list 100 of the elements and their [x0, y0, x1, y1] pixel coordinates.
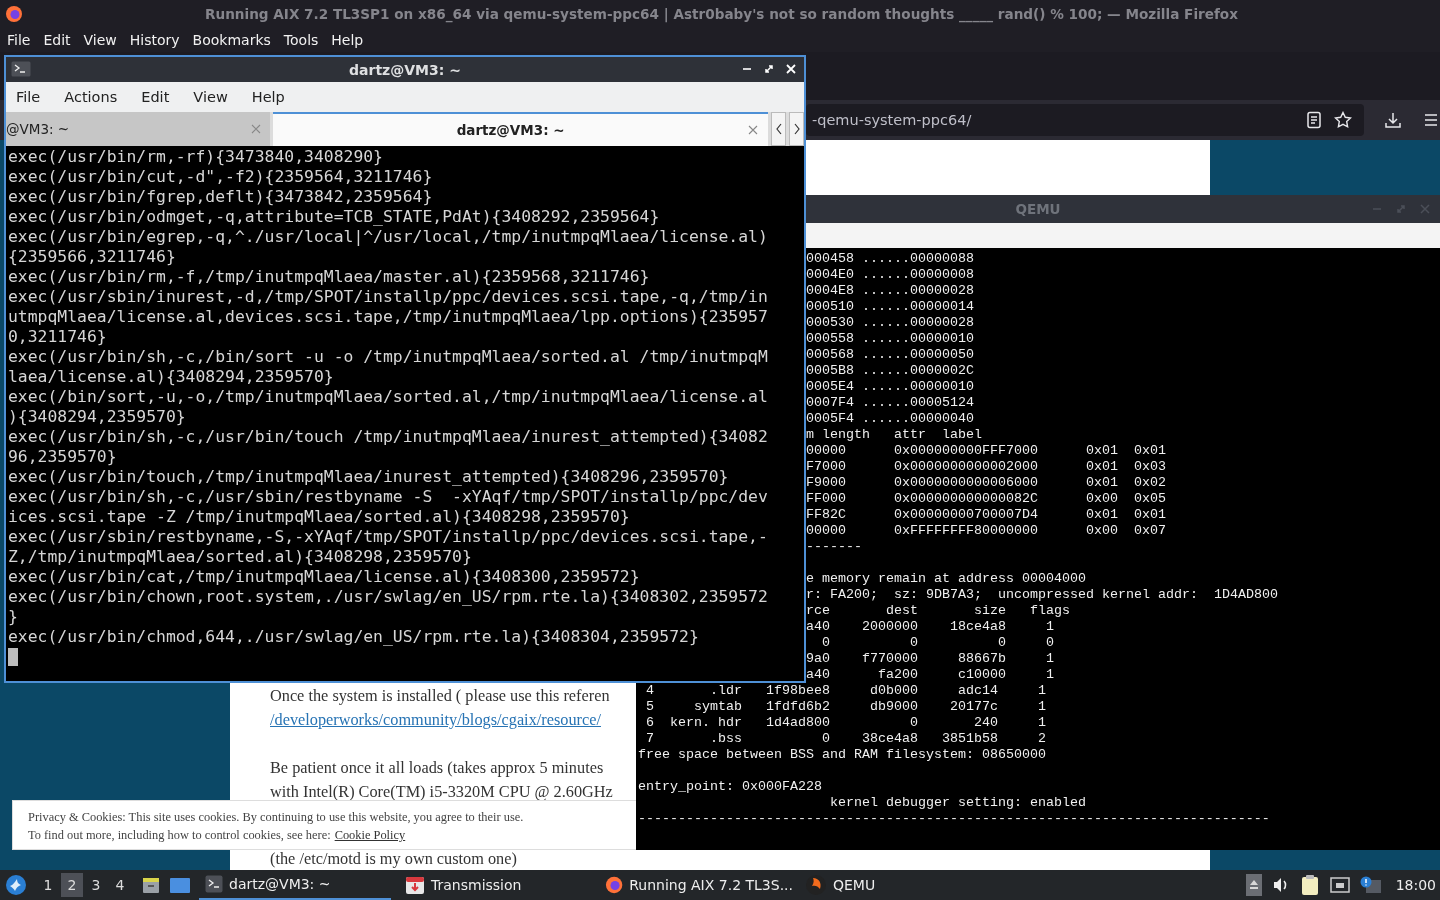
menu-item[interactable]: Tools — [283, 32, 319, 48]
console-line: 000568 ......00000050 — [806, 347, 974, 363]
window-title: QEMU — [1015, 201, 1061, 217]
menu-item[interactable]: Help — [331, 32, 364, 48]
terminal-line: exec(/bin/sort,-u,-o,/tmp/inutmpqMlaea/sorted.al,/tmp/inutmpqMlaea/license.al — [8, 387, 768, 407]
console-line: e memory remain at address 00004000 — [806, 571, 1086, 587]
eject-icon[interactable] — [1245, 874, 1262, 896]
terminal-line: exec(/usr/bin/rm,-rf){3473840,3408290} — [8, 147, 383, 167]
desktop-icon[interactable] — [169, 875, 191, 895]
bookmark-star-icon[interactable] — [1334, 111, 1352, 129]
taskbar-task[interactable]: QEMU — [799, 870, 999, 900]
terminal-icon — [205, 875, 223, 893]
console-line: 0004E0 ......00000008 — [806, 267, 974, 283]
reader-view-icon[interactable] — [1306, 111, 1322, 129]
network-icon[interactable] — [1329, 876, 1350, 894]
terminal-line: exec(/usr/bin/sh,-c,/usr/bin/touch /tmp/inutmpqMlaea/inurest_attempted){34082 — [8, 427, 768, 447]
clipboard-icon[interactable] — [1299, 874, 1320, 896]
file-cabinet-icon[interactable] — [141, 875, 161, 895]
cookie-text: To find out more, including how to control cookies, see here: — [28, 827, 331, 844]
console-line: a40 2000000 18ce4a8 1 — [806, 619, 1054, 635]
workspace-button[interactable]: 1 — [37, 873, 59, 897]
terminal-line: exec(/usr/bin/chown,root.system,./usr/swlag/en_US/rpm.rte.la){3408302,2359572 — [8, 587, 768, 607]
terminal-line: laea/license.al){3408294,2359570} — [8, 367, 334, 387]
menu-item[interactable]: File — [16, 89, 52, 105]
terminal-line: exec(/usr/bin/egrep,-q,^./usr/local|^/usr/local,/tmp/inutmpqMlaea/license.al) — [8, 227, 768, 247]
console-line: 00000 0xFFFFFFFF80000000 0x00 0x07 — [806, 523, 1166, 539]
terminal-line: exec(/usr/sbin/inurest,-d,/tmp/SPOT/installp/ppc/devices.scsi.tape,-q,/tmp/in — [8, 287, 768, 307]
console-line: ------------------------------------------------------------------------------- — [638, 811, 1270, 827]
terminal-tab[interactable]: dartz@VM3: ~ — [273, 112, 769, 146]
terminal-line: Z,/tmp/inutmpqMlaea/sorted.al){3408298,2359570} — [8, 547, 472, 567]
menu-item[interactable]: Bookmarks — [192, 32, 271, 48]
window-title: Running AIX 7.2 TL3SP1 on x86_64 via qemu-system-ppc64 | Astr0baby's not so random thoughts _____ rand() % 100; — Mozilla Firefox — [204, 6, 1239, 22]
scroll-tabs-left-button[interactable] — [771, 112, 787, 146]
cookie-text: Privacy & Cookies: This site uses cookies. By continuing to use this website, you agree to their use. — [28, 809, 524, 826]
menu-item[interactable]: Edit — [141, 89, 181, 105]
terminal-line: exec(/usr/bin/cat,/tmp/inutmpqMlaea/license.al){3408300,2359572} — [8, 567, 640, 587]
workspace-button[interactable]: 4 — [109, 873, 131, 897]
terminal-line: exec(/usr/sbin/restbyname,-S,-xYAqf/tmp/SPOT/installp/ppc/devices.scsi.tape,- — [8, 527, 768, 547]
console-line: a40 fa200 c10000 1 — [806, 667, 1054, 683]
menu-item[interactable]: View — [193, 89, 239, 105]
terminal-line: 0,3211746} — [8, 327, 107, 347]
terminal-line: exec(/usr/bin/odmget,-q,attribute=TCB_STATE,PdAt){3408292,2359564} — [8, 207, 660, 227]
terminal-line: } — [8, 607, 18, 627]
taskbar-task[interactable]: Transmission — [399, 870, 599, 900]
article-link[interactable]: /developerworks/community/blogs/cgaix/resource/ — [270, 708, 601, 732]
menu-item[interactable]: Help — [251, 89, 296, 105]
workspace-button[interactable]: 3 — [85, 873, 107, 897]
console-line: 00000 0x000000000FFF7000 0x01 0x01 — [806, 443, 1166, 459]
console-line: 0005E4 ......00000010 — [806, 379, 974, 395]
taskbar-task[interactable]: dartz@VM3: ~ — [199, 870, 391, 900]
console-line: 4 .ldr 1f98bee8 d0b000 adc14 1 — [645, 683, 1046, 699]
workspace-button[interactable]: 2 — [61, 873, 83, 897]
menu-item[interactable]: View — [83, 32, 117, 48]
console-line: F7000 0x0000000000002000 0x01 0x03 — [806, 459, 1166, 475]
window-title: dartz@VM3: ~ — [349, 61, 461, 78]
scroll-tabs-right-button[interactable] — [789, 112, 804, 146]
terminal-line: exec(/usr/bin/sh,-c,/bin/sort -u -o /tmp/inutmpqMlaea/sorted.al /tmp/inutmpqM — [8, 347, 768, 367]
menu-item[interactable]: Edit — [43, 32, 71, 48]
clock: 18:00 — [1395, 877, 1436, 893]
article-text: Once the system is installed ( please use this referen — [270, 685, 610, 707]
console-line: 6 kern. hdr 1d4ad800 0 240 1 — [645, 715, 1046, 731]
terminal-tab[interactable]: @VM3: ~ — [6, 112, 270, 146]
console-line: m length attr label — [806, 427, 982, 443]
taskbar-task[interactable]: Running AIX 7.2 TL3S... — [599, 870, 799, 900]
cookie-policy-link[interactable]: Cookie Policy — [334, 826, 406, 844]
terminal-line: exec(/usr/bin/fgrep,deflt){3473842,2359564} — [8, 187, 433, 207]
console-line: 0004E8 ......00000028 — [806, 283, 974, 299]
firefox-logo-icon — [605, 875, 624, 895]
menu-item[interactable]: Actions — [64, 89, 129, 105]
console-line: 5 symtab 1fdfd6b2 db9000 20177c 1 — [645, 699, 1046, 715]
terminal-line: exec(/usr/bin/chmod,644,./usr/swlag/en_US/rpm.rte.la){3408304,2359572} — [8, 627, 699, 647]
console-line: ------- — [806, 539, 862, 555]
terminal-icon — [11, 61, 31, 77]
menu-item[interactable]: History — [129, 32, 180, 48]
notification-icon[interactable] — [1359, 876, 1382, 894]
console-line: 000530 ......00000028 — [806, 315, 974, 331]
console-line: 0007F4 ......00005124 — [806, 395, 974, 411]
terminal-line: utmpqMlaea/license.al,devices.scsi.tape,/tmp/inutmpqMlaea/lpp.options){235957 — [8, 307, 768, 327]
console-line: 000510 ......00000014 — [806, 299, 974, 315]
terminal-line: exec(/usr/bin/cut,-d",-f2){2359564,3211746} — [8, 167, 433, 187]
close-tab-icon[interactable] — [748, 125, 759, 135]
console-line: entry_point: 0x000FA228 — [638, 779, 822, 795]
console-line: 000558 ......00000010 — [806, 331, 974, 347]
terminal-line: exec(/usr/bin/sh,-c,/usr/sbin/restbyname -S -xYAqf/tmp/SPOT/installp/ppc/dev — [8, 487, 768, 507]
qemu-logo-icon — [805, 874, 827, 896]
download-box-icon — [405, 875, 425, 895]
start-menu-icon[interactable] — [5, 874, 27, 896]
menu-item[interactable]: File — [7, 32, 31, 48]
download-icon[interactable] — [1384, 111, 1402, 129]
console-line: rce dest size flags — [806, 603, 1070, 619]
console-line: FF000 0x000000000000082C 0x00 0x05 — [806, 491, 1166, 507]
console-line: free space between BSS and RAM filesystem: 08650000 — [638, 747, 1046, 763]
terminal-line: ices.scsi.tape -Z /tmp/inutmpqMlaea/sorted.al){3408298,2359570} — [8, 507, 630, 527]
menu-icon[interactable] — [1422, 111, 1440, 129]
address-bar[interactable]: -qemu-system-ppc64/ — [806, 104, 1364, 136]
console-line: 7 .bss 0 38ce4a8 3851b58 2 — [645, 731, 1046, 747]
console-line: 0 0 0 0 — [821, 635, 1054, 651]
terminal-line: exec(/usr/bin/touch,/tmp/inutmpqMlaea/inurest_attempted){3408296,2359570} — [8, 467, 729, 487]
chevron-right-icon — [792, 123, 801, 135]
text-cursor — [8, 648, 18, 666]
